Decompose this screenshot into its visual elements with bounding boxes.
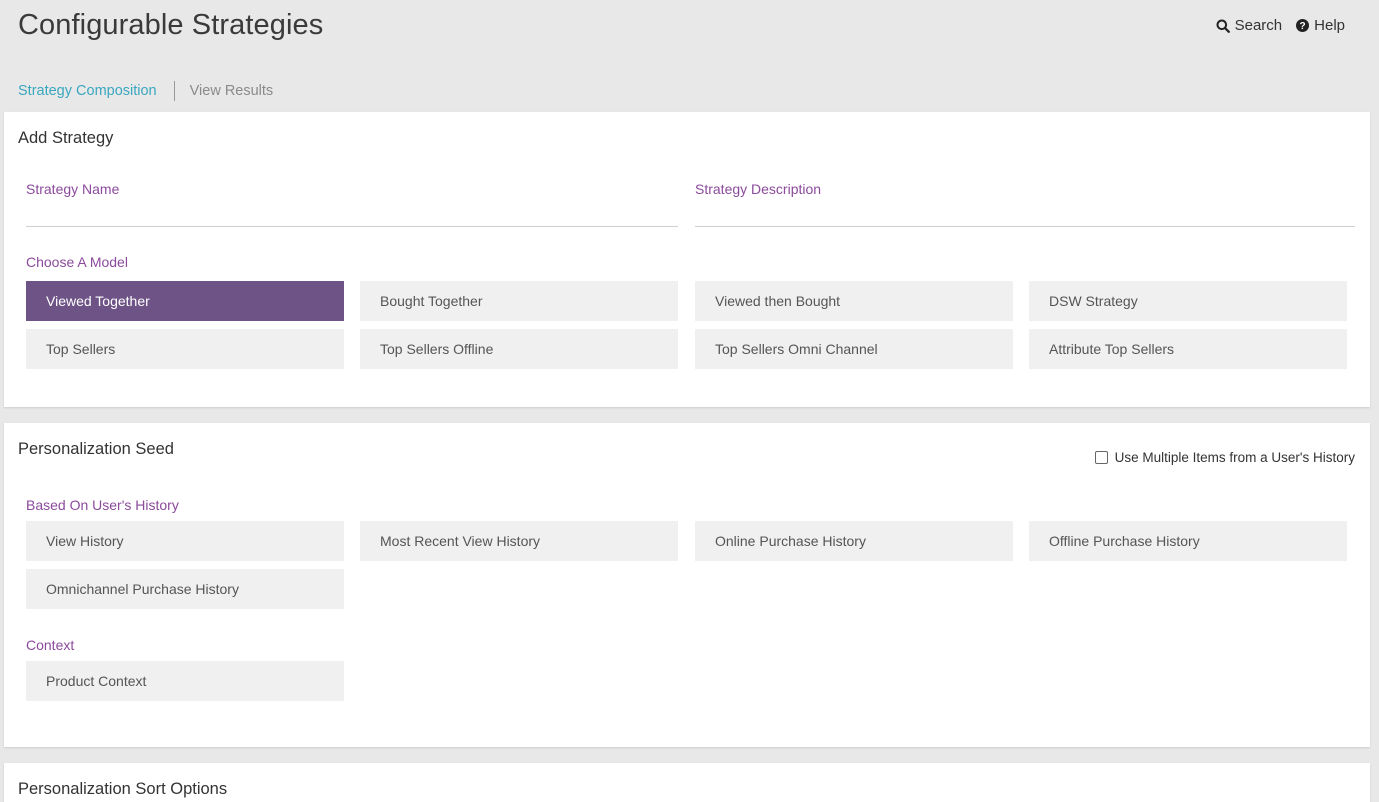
- context-option-product-context[interactable]: Product Context: [26, 661, 344, 701]
- multi-items-label: Use Multiple Items from a User's History: [1114, 450, 1355, 465]
- model-option-viewed-together[interactable]: Viewed Together: [26, 281, 344, 321]
- model-option-dsw-strategy[interactable]: DSW Strategy: [1029, 281, 1347, 321]
- model-option-top-sellers-omni-channel[interactable]: Top Sellers Omni Channel: [695, 329, 1013, 369]
- model-option-top-sellers[interactable]: Top Sellers: [26, 329, 344, 369]
- svg-text:?: ?: [1300, 21, 1306, 32]
- search-label: Search: [1234, 17, 1283, 34]
- strategy-name-input[interactable]: [26, 226, 678, 227]
- history-option-online-purchase[interactable]: Online Purchase History: [695, 521, 1013, 561]
- model-option-bought-together[interactable]: Bought Together: [360, 281, 678, 321]
- search-icon: [1216, 19, 1230, 33]
- page: Configurable Strategies Search ? Help St…: [0, 0, 1379, 802]
- tab-view-results[interactable]: View Results: [190, 83, 274, 99]
- model-option-attribute-top-sellers[interactable]: Attribute Top Sellers: [1029, 329, 1347, 369]
- strategy-description-input[interactable]: [695, 226, 1355, 227]
- tab-bar: Strategy Composition View Results: [18, 81, 273, 101]
- personalization-seed-panel: Personalization Seed Use Multiple Items …: [4, 423, 1370, 747]
- history-option-omnichannel-purchase[interactable]: Omnichannel Purchase History: [26, 569, 344, 609]
- question-circle-icon: ?: [1296, 19, 1310, 32]
- history-option-offline-purchase[interactable]: Offline Purchase History: [1029, 521, 1347, 561]
- sort-options-title: Personalization Sort Options: [18, 780, 228, 798]
- page-title: Configurable Strategies: [18, 9, 324, 41]
- multi-items-checkbox[interactable]: [1094, 451, 1108, 464]
- tab-strategy-composition[interactable]: Strategy Composition: [18, 83, 157, 99]
- strategy-name-label: Strategy Name: [26, 181, 120, 197]
- context-label: Context: [26, 637, 75, 653]
- model-option-top-sellers-offline[interactable]: Top Sellers Offline: [360, 329, 678, 369]
- help-button[interactable]: ? Help: [1296, 17, 1345, 34]
- search-button[interactable]: Search: [1216, 17, 1283, 34]
- history-option-most-recent-view[interactable]: Most Recent View History: [360, 521, 678, 561]
- multi-items-toggle: Use Multiple Items from a User's History: [1094, 450, 1355, 465]
- header-actions: Search ? Help: [1216, 17, 1345, 34]
- add-strategy-title: Add Strategy: [18, 129, 114, 147]
- user-history-label: Based On User's History: [26, 497, 179, 513]
- model-option-viewed-then-bought[interactable]: Viewed then Bought: [695, 281, 1013, 321]
- history-option-view-history[interactable]: View History: [26, 521, 344, 561]
- sort-options-panel: Personalization Sort Options: [4, 763, 1370, 802]
- choose-model-label: Choose A Model: [26, 254, 128, 270]
- help-label: Help: [1314, 17, 1345, 34]
- strategy-description-label: Strategy Description: [695, 181, 822, 197]
- tab-divider: [173, 81, 175, 101]
- personalization-seed-title: Personalization Seed: [18, 440, 174, 458]
- add-strategy-panel: Add Strategy Strategy Name Strategy Desc…: [4, 112, 1370, 407]
